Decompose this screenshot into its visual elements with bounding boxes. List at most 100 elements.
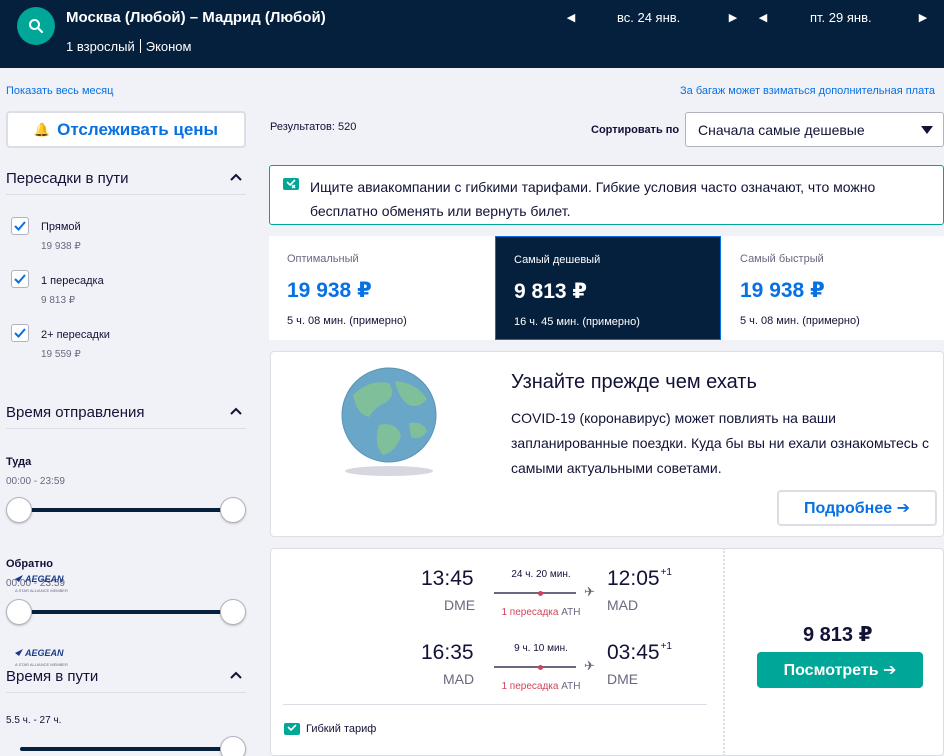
plane-icon: ✈ [584, 658, 595, 673]
aegean-logo-icon: AEGEAN A STAR ALLIANCE MEMBER [13, 644, 71, 674]
inbound-duration: 9 ч. 10 мин. [514, 643, 568, 654]
stops-direct-price: 19 938 ₽ [41, 241, 81, 252]
inbound-route-line [494, 666, 576, 668]
tab-duration: 16 ч. 45 мин. (примерно) [514, 316, 640, 328]
inbound-arrival-airport: DME [607, 671, 639, 687]
show-month-link[interactable]: Показать весь месяц [6, 85, 113, 97]
card-divider-vertical [723, 548, 725, 756]
flexible-ticket-icon [284, 723, 300, 735]
inbound-arrival-day-offset: +1 [660, 641, 672, 652]
sort-label: Сортировать по [591, 124, 680, 136]
sort-select[interactable]: Сначала самые дешевые [685, 112, 944, 147]
bell-icon: 🔔 [33, 121, 51, 137]
flexible-fare-tag: Гибкий тариф [284, 723, 376, 735]
inbound-stops-count: 1 пересадка [501, 681, 559, 692]
return-time-label: Обратно [6, 558, 53, 570]
stops-two-plus-label: 2+ пересадки [41, 329, 110, 341]
route-title[interactable]: Москва (Любой) – Мадрид (Любой) [66, 9, 326, 26]
search-summary-header: Москва (Любой) – Мадрид (Любой) 1 взросл… [0, 0, 944, 68]
tab-duration: 5 ч. 08 мин. (примерно) [740, 315, 860, 327]
outbound-arrival-day-offset: +1 [660, 567, 672, 578]
outbound-duration: 24 ч. 20 мин. [511, 569, 571, 580]
inbound-stops: 1 пересадка ATH [486, 681, 596, 692]
covid-more-button[interactable]: Подробнее ➔ [777, 490, 937, 526]
inbound-departure-time: 16:35 [421, 641, 474, 664]
tab-optimal[interactable]: Оптимальный 19 938 ₽ 5 ч. 08 мин. (приме… [269, 236, 495, 340]
journey-time-slider-max-handle[interactable] [220, 736, 246, 756]
journey-time-slider-track[interactable] [20, 747, 232, 751]
outbound-time-slider-max-handle[interactable] [220, 497, 246, 523]
journey-time-range: 5.5 ч. - 27 ч. [6, 715, 62, 726]
depart-date[interactable]: вс. 24 янв. [617, 10, 680, 25]
stops-two-plus-checkbox[interactable] [11, 324, 29, 342]
checkmark-icon [14, 221, 26, 231]
flexible-fares-banner: Ищите авиакомпании с гибкими тарифами. Г… [269, 165, 944, 225]
stops-one-label: 1 пересадка [41, 275, 104, 287]
flexible-fare-label: Гибкий тариф [306, 723, 377, 735]
inbound-arrival-time: 03:45+1 [607, 641, 672, 665]
outbound-stops-count: 1 пересадка [501, 607, 559, 618]
passengers-cabin[interactable]: 1 взрослый Эконом [66, 39, 191, 54]
return-date[interactable]: пт. 29 янв. [810, 10, 872, 25]
return-next-arrow-icon[interactable]: ▶ [916, 11, 930, 24]
stops-one-checkbox[interactable] [11, 270, 29, 288]
tab-price: 19 938 ₽ [740, 279, 825, 302]
aegean-logo-icon: AEGEAN A STAR ALLIANCE MEMBER [13, 570, 71, 600]
covid-text: COVID-19 (коронавирус) может повлиять на… [511, 410, 929, 476]
chevron-up-icon[interactable] [230, 171, 242, 183]
inbound-arrival-time-value: 03:45 [607, 641, 660, 664]
outbound-time-range: 00:00 - 23:59 [6, 476, 65, 487]
stops-direct-label: Прямой [41, 221, 81, 233]
tab-duration: 5 ч. 08 мин. (примерно) [287, 315, 407, 327]
cabin-class: Эконом [145, 39, 192, 54]
return-time-slider-min-handle[interactable] [6, 599, 32, 625]
departure-time-filter-title[interactable]: Время отправления [6, 404, 145, 421]
tab-cheapest[interactable]: Самый дешевый 9 813 ₽ 16 ч. 45 мин. (при… [495, 236, 721, 340]
checkmark-icon [14, 274, 26, 284]
flexible-fares-text: Ищите авиакомпании с гибкими тарифами. Г… [310, 179, 876, 219]
baggage-fee-link[interactable]: За багаж может взиматься дополнительная … [680, 85, 935, 97]
outbound-stop-dot [538, 591, 543, 596]
tab-title: Оптимальный [287, 253, 359, 265]
divider [6, 692, 246, 693]
outbound-arrival-time-value: 12:05 [607, 567, 660, 590]
track-prices-button[interactable]: 🔔 Отслеживать цены [6, 111, 246, 148]
tab-title: Самый дешевый [514, 254, 601, 266]
tab-price: 9 813 ₽ [514, 280, 587, 303]
outbound-stops: 1 пересадка ATH [486, 607, 596, 618]
depart-prev-arrow-icon[interactable]: ◀ [564, 11, 578, 24]
return-time-slider-max-handle[interactable] [220, 599, 246, 625]
track-prices-label: Отслеживать цены [57, 119, 219, 139]
passengers-count: 1 взрослый [66, 39, 135, 54]
outbound-via-airport: ATH [561, 607, 581, 618]
airline-name: AEGEAN [24, 574, 64, 584]
results-count: Результатов: 520 [270, 121, 357, 133]
sort-tabs: Оптимальный 19 938 ₽ 5 ч. 08 мин. (приме… [269, 236, 944, 340]
return-time-slider-track[interactable] [20, 610, 232, 614]
divider [6, 194, 246, 195]
stops-direct-checkbox[interactable] [11, 217, 29, 235]
search-icon [29, 19, 44, 34]
sort-selected-value: Сначала самые дешевые [698, 122, 865, 138]
tab-fastest[interactable]: Самый быстрый 19 938 ₽ 5 ч. 08 мин. (при… [722, 236, 944, 340]
view-flight-button[interactable]: Посмотреть ➔ [757, 652, 923, 688]
stops-one-price: 9 813 ₽ [41, 295, 76, 306]
outbound-route-line [494, 592, 576, 594]
chevron-up-icon[interactable] [230, 405, 242, 417]
outbound-time-slider-track[interactable] [20, 508, 232, 512]
chevron-up-icon[interactable] [230, 669, 242, 681]
tab-price: 19 938 ₽ [287, 279, 372, 302]
inbound-departure-airport: MAD [443, 671, 475, 687]
covid-title: Узнайте прежде чем ехать [511, 371, 757, 393]
airline-tagline: A STAR ALLIANCE MEMBER [15, 662, 68, 667]
return-prev-arrow-icon[interactable]: ◀ [756, 11, 770, 24]
stops-two-plus-price: 19 559 ₽ [41, 349, 81, 360]
inbound-via-airport: ATH [561, 681, 581, 692]
flexible-ticket-icon [283, 178, 299, 190]
stops-filter-title[interactable]: Пересадки в пути [6, 170, 129, 187]
outbound-arrival-time: 12:05+1 [607, 567, 672, 591]
outbound-time-slider-min-handle[interactable] [6, 497, 32, 523]
depart-next-arrow-icon[interactable]: ▶ [726, 11, 740, 24]
outbound-departure-airport: DME [444, 597, 476, 613]
search-button[interactable] [17, 7, 55, 45]
